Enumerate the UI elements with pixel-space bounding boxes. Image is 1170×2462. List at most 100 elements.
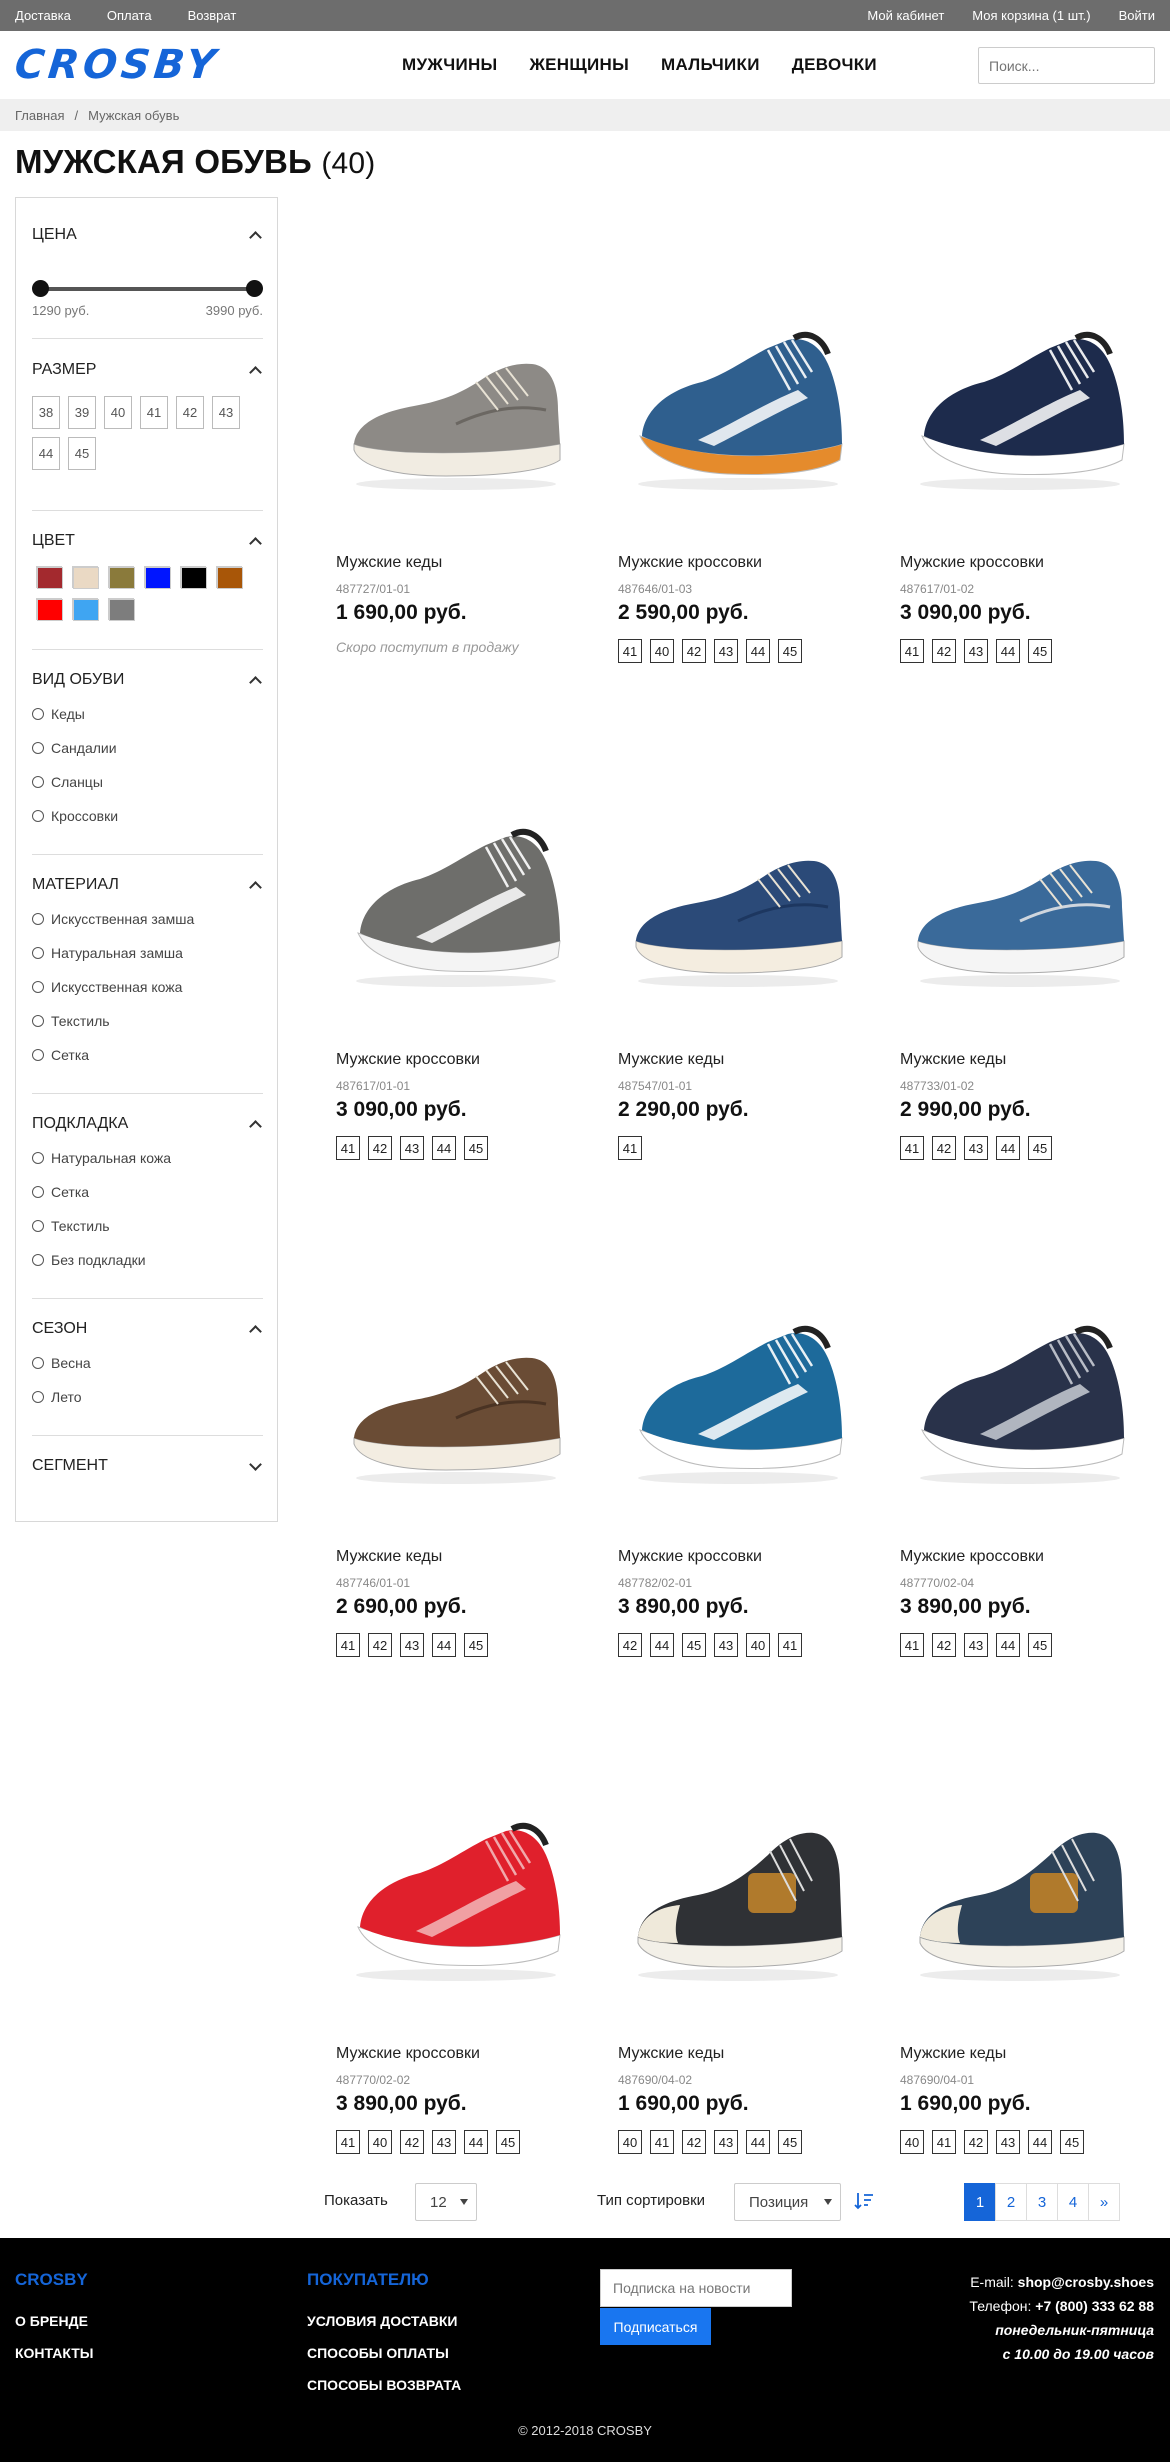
page-size-select[interactable]: 12 (415, 2183, 477, 2221)
page-button[interactable]: 4 (1057, 2183, 1089, 2221)
product-image[interactable] (900, 214, 1140, 514)
size-badge[interactable]: 40 (650, 639, 674, 663)
product-image-wrap[interactable] (618, 711, 858, 1011)
product-name[interactable]: Мужские кроссовки (336, 2045, 480, 2063)
product-image[interactable] (336, 711, 576, 1011)
filter-option[interactable]: Сетка (32, 1038, 263, 1072)
radio-icon[interactable] (32, 1254, 44, 1266)
product-image-wrap[interactable] (336, 1705, 576, 2005)
product-image[interactable] (900, 711, 1140, 1011)
size-badge[interactable]: 42 (368, 1136, 392, 1160)
size-badge[interactable]: 41 (900, 639, 924, 663)
size-badge[interactable]: 45 (464, 1136, 488, 1160)
color-swatch[interactable] (180, 566, 207, 589)
radio-icon[interactable] (32, 1220, 44, 1232)
chevron-down-icon[interactable] (249, 1457, 262, 1471)
size-badge[interactable]: 41 (336, 1633, 360, 1657)
product-name[interactable]: Мужские кроссовки (900, 1548, 1044, 1566)
chevron-up-icon[interactable] (249, 1120, 262, 1133)
filter-option[interactable]: Сетка (32, 1175, 263, 1209)
size-badge[interactable]: 43 (714, 639, 738, 663)
radio-icon[interactable] (32, 981, 44, 993)
filter-option[interactable]: Без подкладки (32, 1243, 263, 1277)
size-option[interactable]: 45 (68, 437, 96, 470)
link-login[interactable]: Войти (1119, 8, 1155, 23)
radio-icon[interactable] (32, 708, 44, 720)
size-badge[interactable]: 43 (964, 1136, 988, 1160)
color-swatch[interactable] (72, 566, 99, 589)
nav-women[interactable]: ЖЕНЩИНЫ (530, 55, 630, 75)
chevron-up-icon[interactable] (249, 537, 262, 550)
filter-option[interactable]: Сланцы (32, 765, 263, 799)
product-name[interactable]: Мужские кроссовки (618, 554, 762, 572)
price-slider[interactable] (32, 280, 263, 298)
page-next-button[interactable]: » (1088, 2183, 1120, 2221)
size-option[interactable]: 38 (32, 396, 60, 429)
phone-link[interactable]: +7 (800) 333 62 88 (1035, 2298, 1154, 2314)
link-account[interactable]: Мой кабинет (867, 8, 944, 23)
newsletter-email-field[interactable]: Подписка на новости (600, 2269, 792, 2307)
filter-option[interactable]: Кроссовки (32, 799, 263, 833)
size-badge[interactable]: 44 (996, 1136, 1020, 1160)
product-image-wrap[interactable] (336, 1208, 576, 1508)
brand-logo[interactable]: CROSBY (13, 42, 222, 88)
size-badge[interactable]: 43 (714, 2130, 738, 2154)
page-button[interactable]: 1 (964, 2183, 996, 2221)
subscribe-button[interactable]: Подписаться (600, 2308, 711, 2345)
filter-option[interactable]: Текстиль (32, 1004, 263, 1038)
size-badge[interactable]: 41 (650, 2130, 674, 2154)
size-option[interactable]: 43 (212, 396, 240, 429)
price-slider-max-handle[interactable] (246, 280, 263, 297)
size-badge[interactable]: 42 (618, 1633, 642, 1657)
size-badge[interactable]: 40 (900, 2130, 924, 2154)
size-badge[interactable]: 42 (964, 2130, 988, 2154)
link-payment[interactable]: Оплата (107, 8, 152, 23)
footer-link-about[interactable]: О БРЕНДЕ (15, 2313, 93, 2329)
product-image-wrap[interactable] (618, 214, 858, 514)
product-image[interactable] (618, 1705, 858, 2005)
radio-icon[interactable] (32, 913, 44, 925)
product-image[interactable] (900, 1705, 1140, 2005)
size-badge[interactable]: 45 (682, 1633, 706, 1657)
sort-select[interactable]: Позиция (734, 2183, 841, 2221)
size-badge[interactable]: 41 (778, 1633, 802, 1657)
product-name[interactable]: Мужские кроссовки (336, 1051, 480, 1069)
product-image-wrap[interactable] (336, 214, 576, 514)
size-badge[interactable]: 42 (682, 2130, 706, 2154)
product-image-wrap[interactable] (900, 1705, 1140, 2005)
color-swatch[interactable] (36, 566, 63, 589)
color-swatch[interactable] (216, 566, 243, 589)
size-badge[interactable]: 42 (932, 639, 956, 663)
product-name[interactable]: Мужские кеды (900, 2045, 1006, 2063)
filter-material-header[interactable]: МАТЕРИАЛ (32, 873, 263, 897)
product-image[interactable] (618, 214, 858, 514)
size-badge[interactable]: 40 (746, 1633, 770, 1657)
link-delivery[interactable]: Доставка (15, 8, 71, 23)
size-badge[interactable]: 42 (368, 1633, 392, 1657)
page-button[interactable]: 2 (995, 2183, 1027, 2221)
nav-boys[interactable]: МАЛЬЧИКИ (661, 55, 760, 75)
filter-option[interactable]: Кеды (32, 697, 263, 731)
filter-season-header[interactable]: СЕЗОН (32, 1317, 263, 1341)
size-badge[interactable]: 44 (996, 1633, 1020, 1657)
size-badge[interactable]: 44 (1028, 2130, 1052, 2154)
size-badge[interactable]: 42 (932, 1633, 956, 1657)
radio-icon[interactable] (32, 810, 44, 822)
product-image[interactable] (336, 1208, 576, 1508)
size-badge[interactable]: 43 (432, 2130, 456, 2154)
color-swatch[interactable] (108, 566, 135, 589)
size-badge[interactable]: 43 (400, 1633, 424, 1657)
size-badge[interactable]: 41 (618, 1136, 642, 1160)
filter-segment[interactable]: СЕГМЕНТ (32, 1454, 263, 1478)
filter-type-header[interactable]: ВИД ОБУВИ (32, 668, 263, 692)
chevron-up-icon[interactable] (249, 1325, 262, 1338)
radio-icon[interactable] (32, 1186, 44, 1198)
chevron-up-icon[interactable] (249, 366, 262, 379)
size-option[interactable]: 42 (176, 396, 204, 429)
radio-icon[interactable] (32, 1152, 44, 1164)
size-badge[interactable]: 41 (618, 639, 642, 663)
link-cart[interactable]: Моя корзина (1 шт.) (972, 8, 1090, 23)
sort-direction-icon[interactable] (853, 2190, 875, 2212)
size-badge[interactable]: 45 (1060, 2130, 1084, 2154)
product-image-wrap[interactable] (900, 1208, 1140, 1508)
